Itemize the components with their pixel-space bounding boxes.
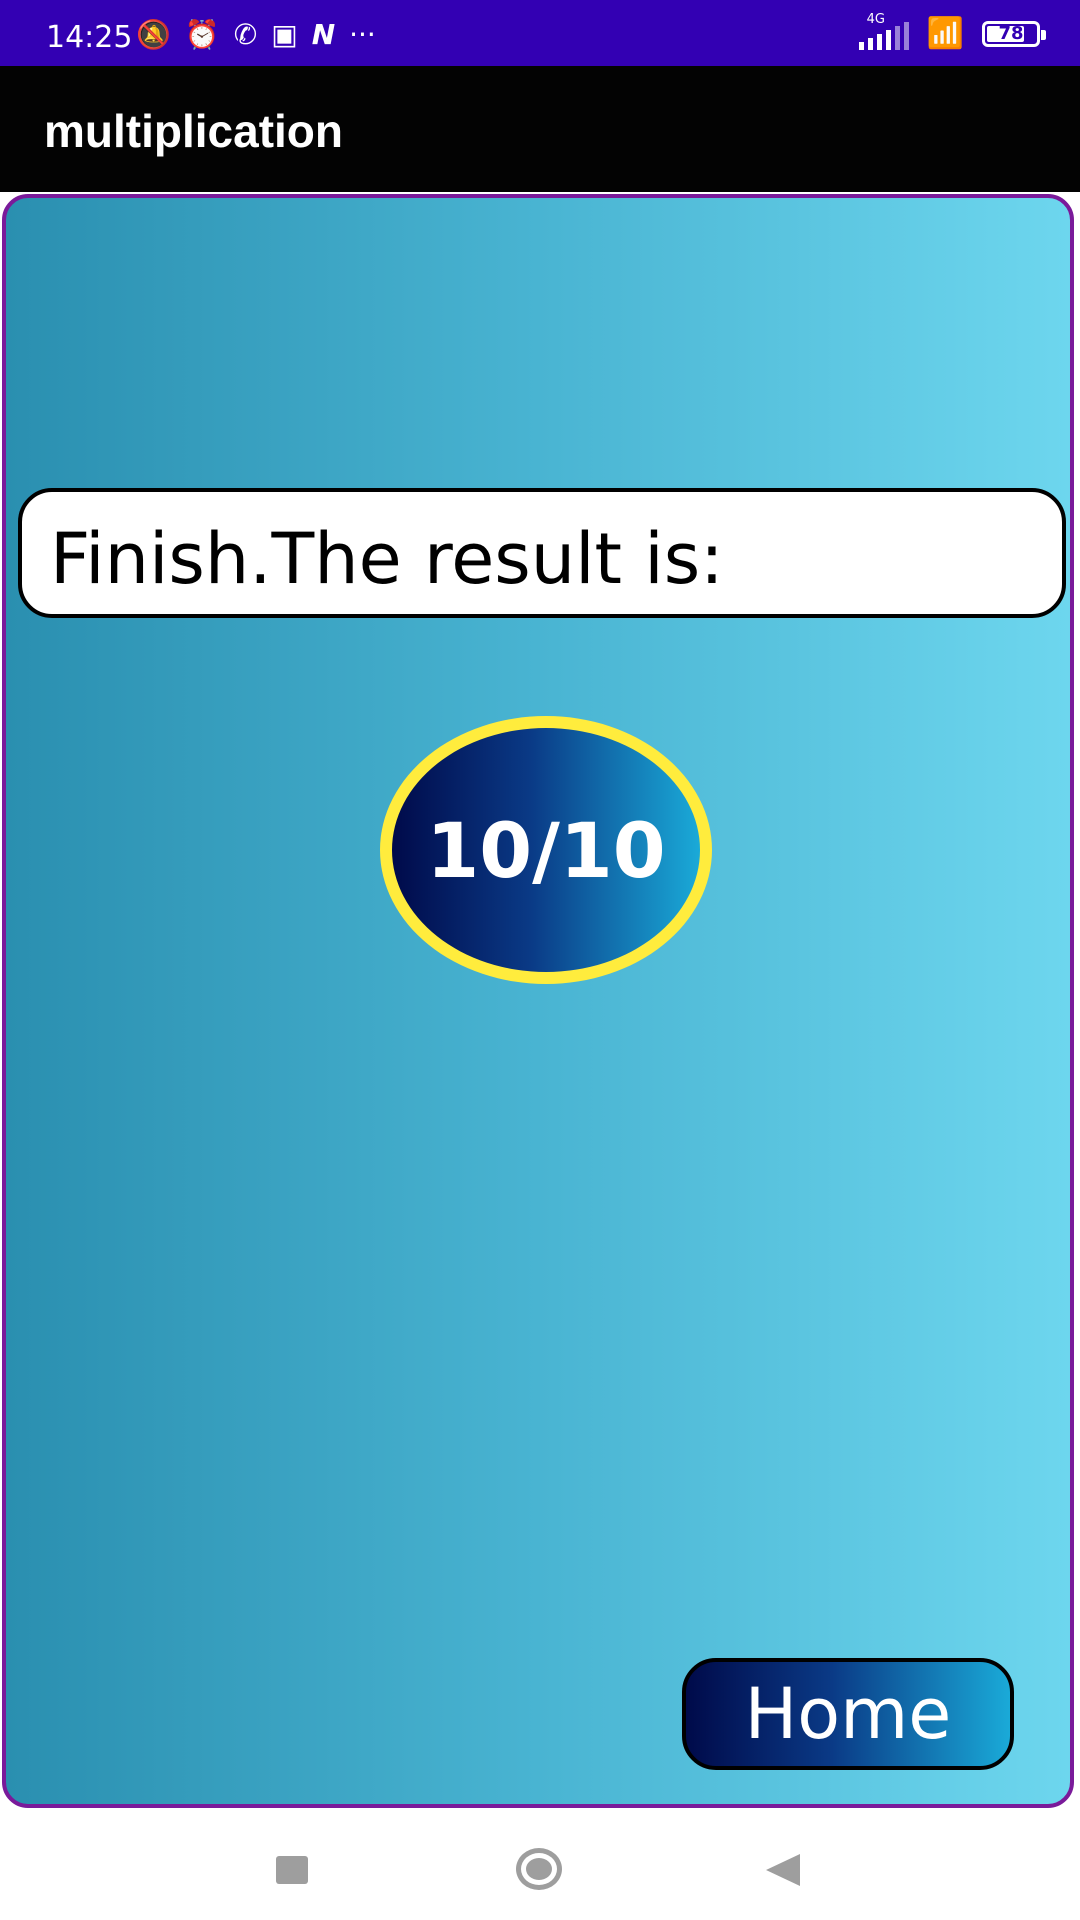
app-icon: ▣ <box>271 18 298 51</box>
score-badge: 10/10 <box>380 716 712 984</box>
app-bar: multiplication <box>0 66 1080 192</box>
alarm-icon: ⏰ <box>184 18 220 51</box>
home-nav-button[interactable] <box>516 1848 562 1890</box>
signal-icon: 4G <box>858 12 909 50</box>
wifi-icon: 📶 <box>926 16 964 51</box>
navigation-bar <box>0 1812 1080 1920</box>
status-time: 14:25 <box>46 20 133 55</box>
n-icon: N <box>311 18 336 51</box>
more-dots-icon: ··· <box>349 18 376 51</box>
result-message: Finish.The result is: <box>50 518 724 600</box>
notification-icons: 🔕 ⏰ ✆ ▣ N ··· <box>136 18 376 52</box>
recent-apps-button[interactable] <box>276 1856 308 1884</box>
whatsapp-icon: ✆ <box>233 18 258 51</box>
back-button[interactable] <box>766 1854 800 1886</box>
network-label: 4G <box>866 11 885 27</box>
status-right: 4G 📶 78 <box>858 12 1046 51</box>
message-box: Finish.The result is: <box>18 488 1066 618</box>
battery-level: 78 <box>998 22 1024 44</box>
home-button[interactable]: Home <box>682 1658 1014 1770</box>
status-bar: 14:25 🔕 ⏰ ✆ ▣ N ··· 4G 📶 78 <box>0 0 1080 66</box>
score-text: 10/10 <box>426 805 666 895</box>
battery-icon: 78 <box>982 20 1046 47</box>
result-panel: Finish.The result is: 10/10 Home <box>2 194 1074 1808</box>
bell-off-icon: 🔕 <box>136 18 171 51</box>
app-title: multiplication <box>44 105 343 157</box>
